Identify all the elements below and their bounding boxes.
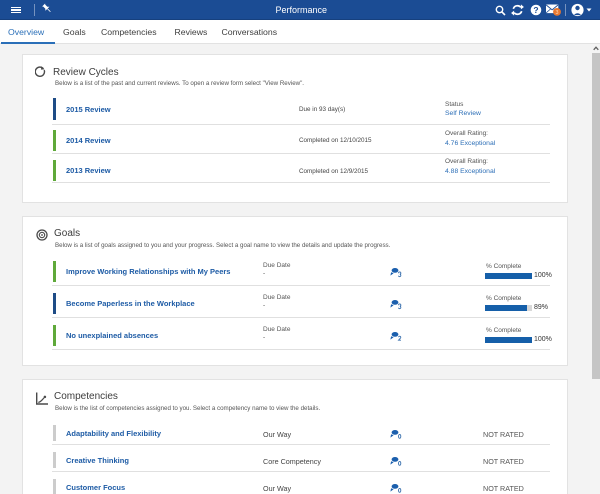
svg-text:?: ? [533,5,538,15]
svg-text:3: 3 [556,10,559,16]
